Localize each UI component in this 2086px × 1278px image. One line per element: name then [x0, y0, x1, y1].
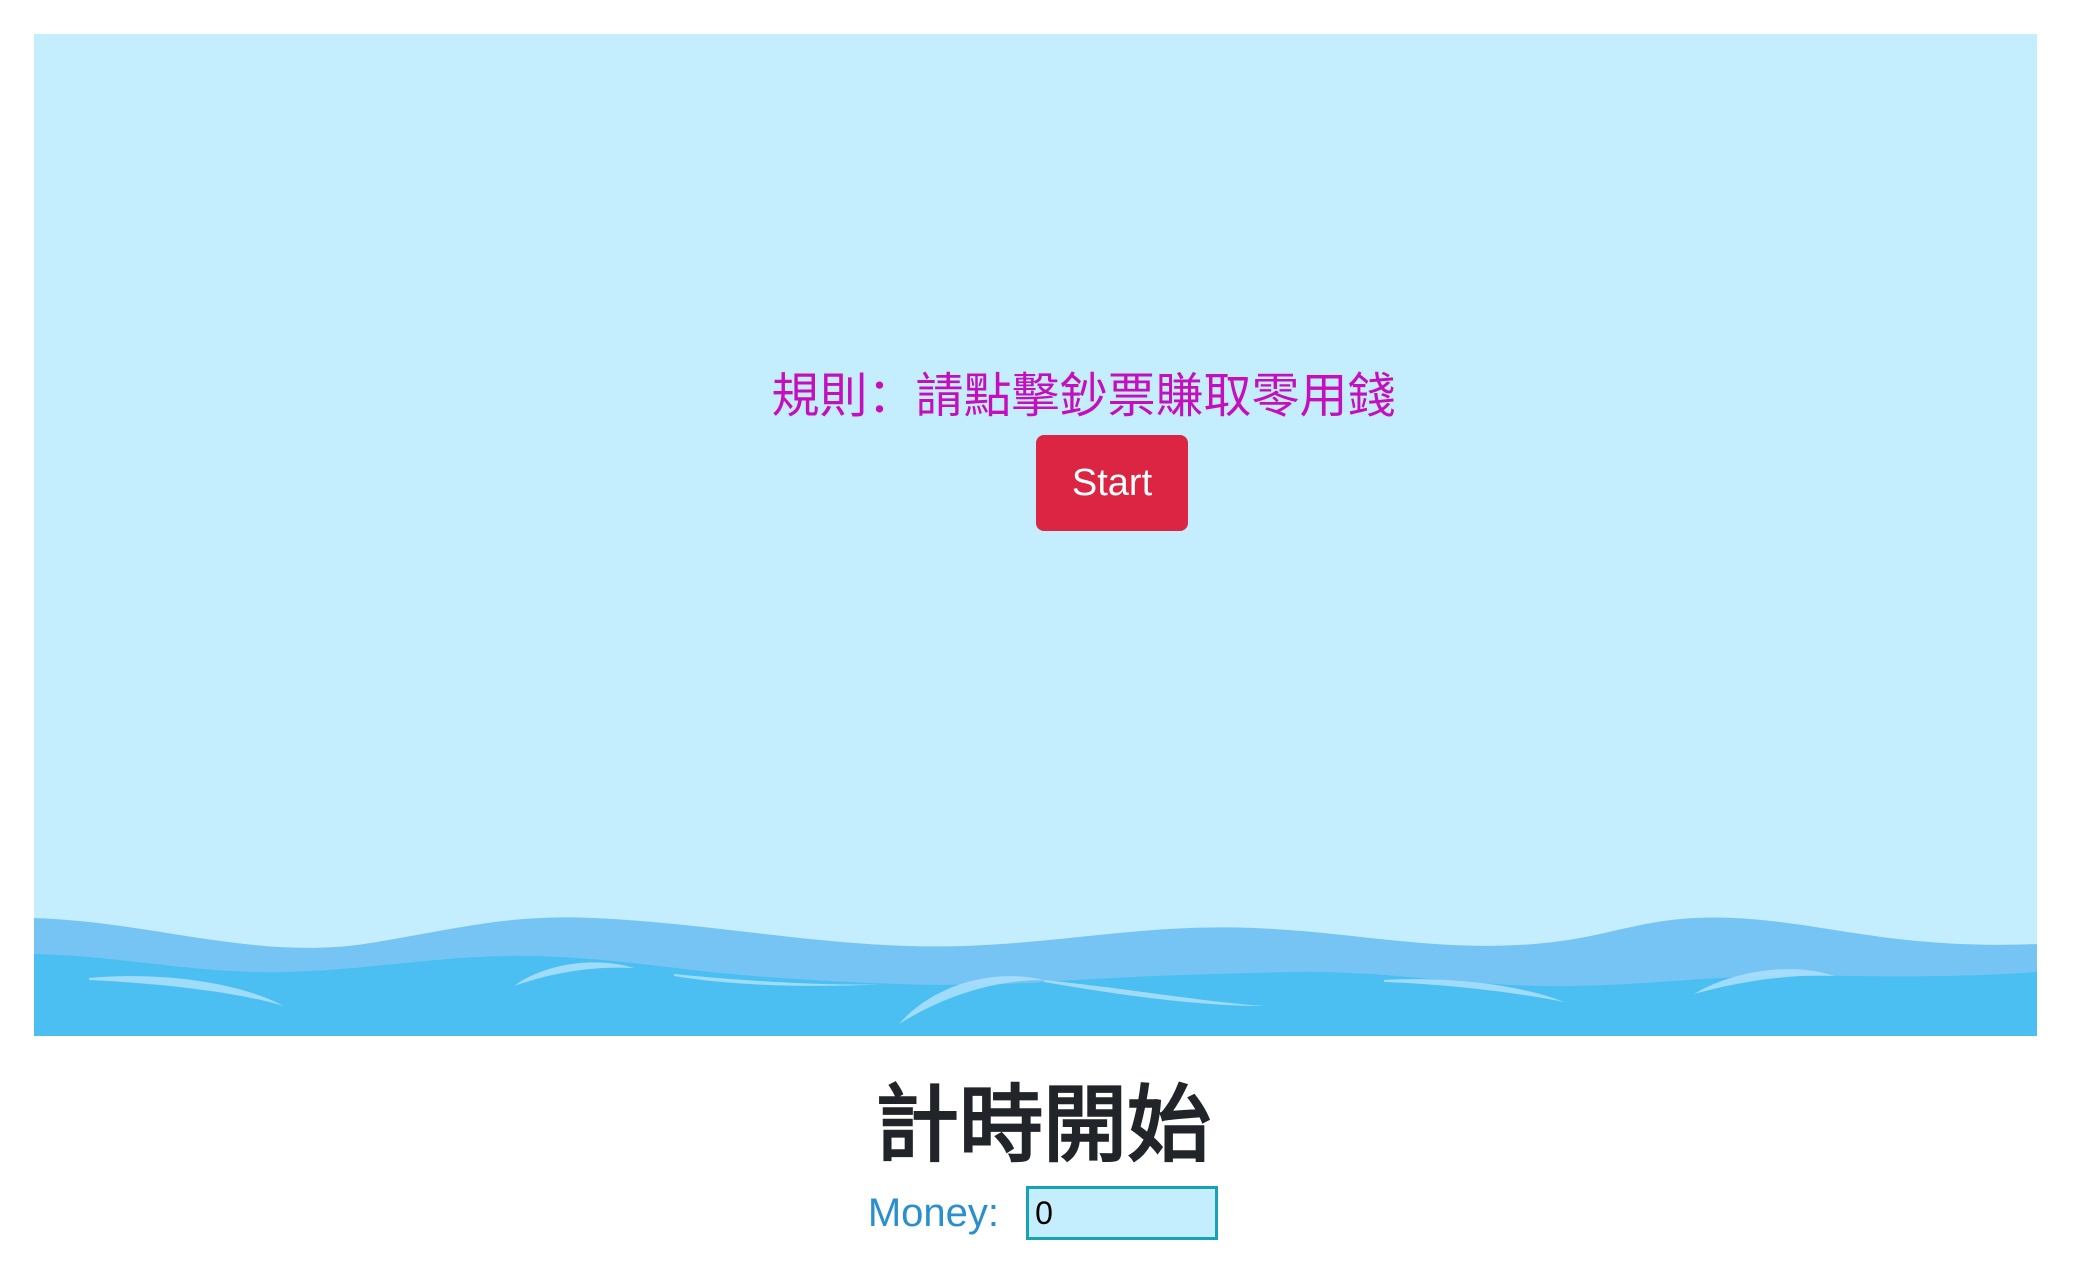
rules-text: 規則：請點擊鈔票賺取零用錢	[771, 368, 1396, 424]
money-label: Money:	[867, 1190, 1000, 1235]
money-field[interactable]	[1026, 1186, 1219, 1240]
money-row: Money:	[0, 1186, 2086, 1248]
game-area[interactable]: 規則：請點擊鈔票賺取零用錢 Start	[34, 34, 2037, 1036]
timer-title: 計時開始	[874, 1076, 1211, 1174]
ocean-waves	[34, 917, 2037, 1036]
start-button[interactable]: Start	[1036, 435, 1188, 531]
